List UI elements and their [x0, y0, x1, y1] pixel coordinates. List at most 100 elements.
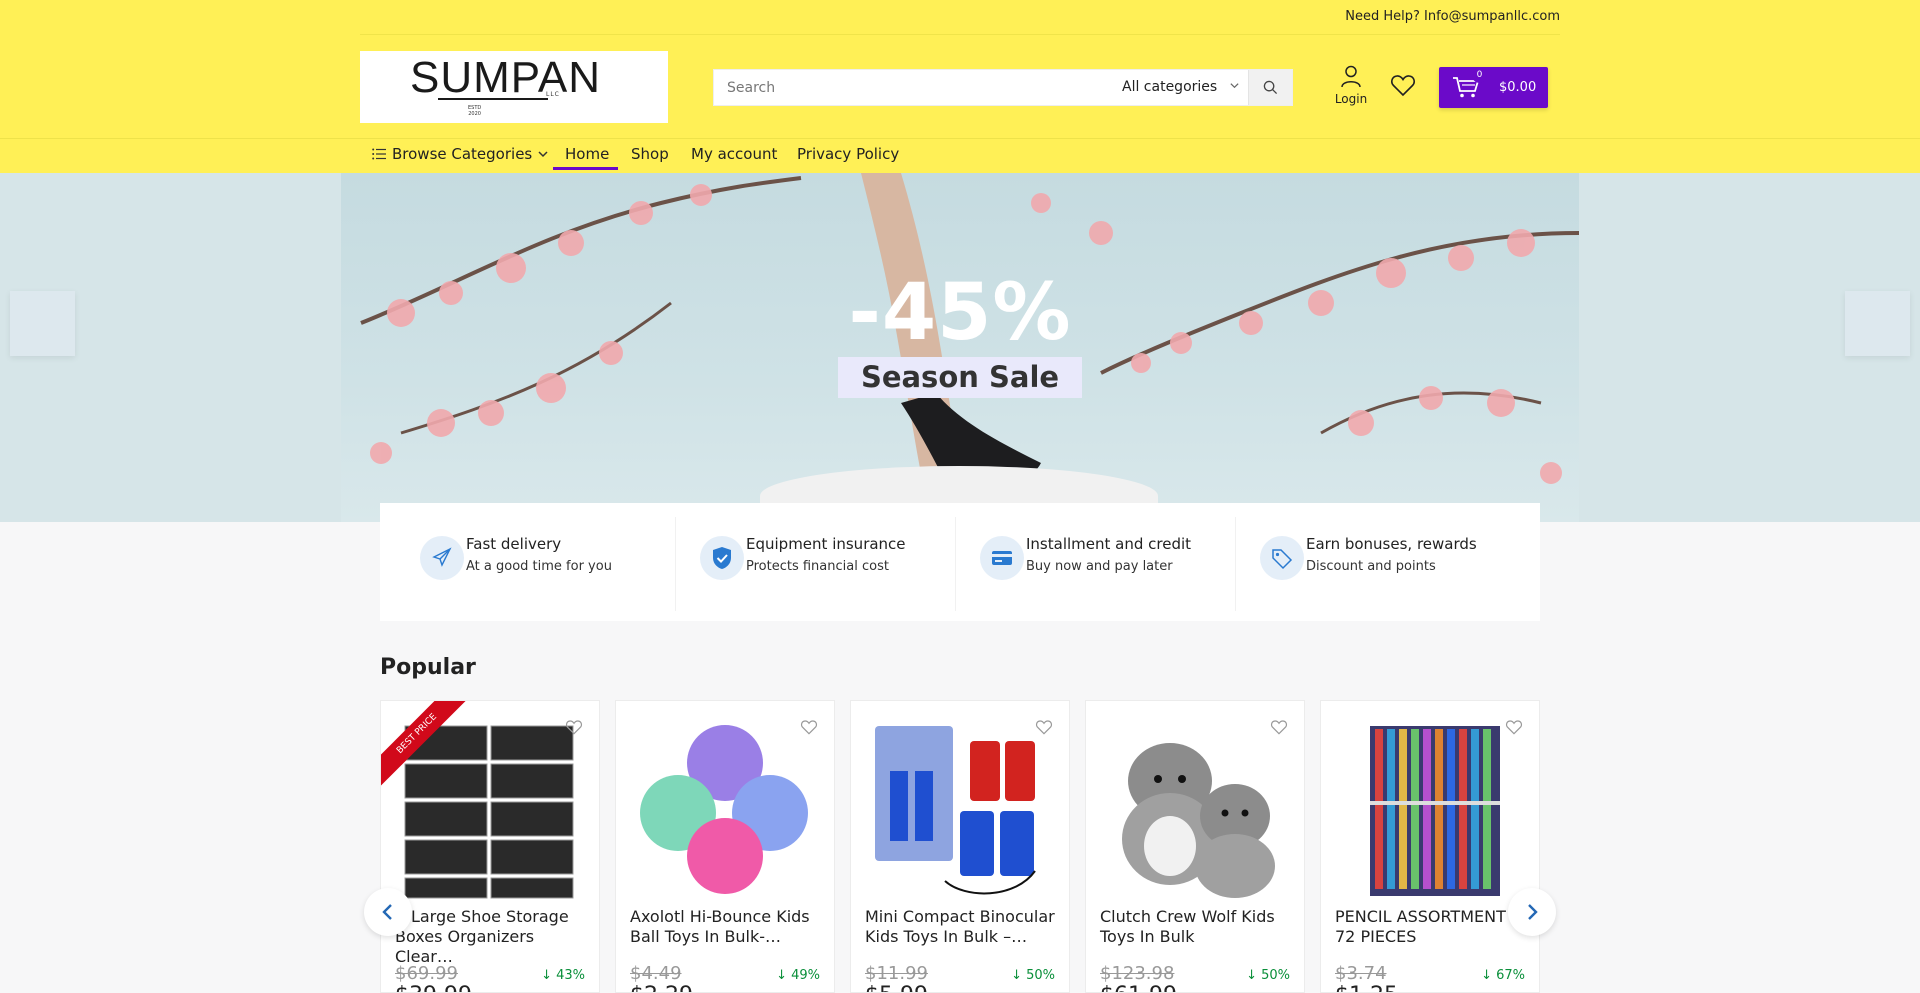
credit-card-icon — [980, 536, 1024, 580]
hero-banner[interactable]: -45% Season Sale — [0, 173, 1920, 522]
main-navigation: Browse Categories Home Shop My account P… — [0, 138, 1920, 173]
wishlist-toggle[interactable] — [800, 719, 818, 739]
heart-icon — [1035, 720, 1053, 735]
product-title[interactable]: Clutch Crew Wolf Kids Toys In Bulk — [1100, 907, 1294, 947]
section-heading-popular: Popular — [380, 655, 476, 680]
search-bar: All categories — [713, 69, 1293, 106]
browse-categories-button[interactable]: Browse Categories — [372, 145, 548, 163]
wishlist-toggle[interactable] — [1505, 719, 1523, 739]
tag-icon — [1260, 536, 1304, 580]
list-icon — [372, 148, 386, 160]
product-discount: ↓ 67% — [1481, 968, 1525, 983]
heart-icon — [1391, 75, 1415, 97]
nav-my-account[interactable]: My account — [691, 145, 777, 163]
nav-home[interactable]: Home — [565, 145, 609, 163]
discount-value: 50% — [1261, 968, 1290, 983]
login-label: Login — [1334, 92, 1368, 106]
shield-check-icon — [700, 536, 744, 580]
discount-value: 50% — [1026, 968, 1055, 983]
feature-subtitle: Discount and points — [1306, 559, 1436, 574]
need-help-text[interactable]: Need Help? Info@sumpanllc.com — [1345, 9, 1560, 24]
search-button[interactable] — [1248, 70, 1292, 105]
feature-subtitle: Protects financial cost — [746, 559, 889, 574]
products-next-button[interactable] — [1508, 888, 1556, 936]
product-price: $61.99 — [1100, 983, 1177, 992]
search-input[interactable] — [714, 70, 1104, 105]
product-card[interactable]: Axolotl Hi-Bounce Kids Ball Toys In Bulk… — [615, 700, 835, 993]
cart-button[interactable]: 0 $0.00 — [1439, 67, 1548, 108]
product-card[interactable]: Clutch Crew Wolf Kids Toys In Bulk $123.… — [1085, 700, 1305, 993]
logo-underline — [438, 98, 548, 100]
discount-value: 67% — [1496, 968, 1525, 983]
heart-icon — [1270, 720, 1288, 735]
discount-value: 43% — [556, 968, 585, 983]
product-old-price: $123.98 — [1100, 963, 1175, 984]
category-select[interactable]: All categories — [1122, 79, 1217, 95]
wishlist-toggle[interactable] — [1035, 719, 1053, 739]
search-icon — [1263, 80, 1278, 95]
products-prev-button[interactable] — [364, 888, 412, 936]
product-old-price: $69.99 — [395, 963, 458, 984]
feature-title: Equipment insurance — [746, 535, 906, 553]
feature-equipment-insurance: Equipment insurance Protects financial c… — [680, 517, 956, 611]
wishlist-toggle[interactable] — [565, 719, 583, 739]
logo-estd-text: ESTD 2020 — [468, 105, 482, 117]
discount-value: 49% — [791, 968, 820, 983]
nav-active-indicator — [553, 167, 618, 170]
feature-title: Fast delivery — [466, 535, 562, 553]
logo-estd: ESTD 2020 — [468, 105, 481, 117]
product-title[interactable]: Axolotl Hi-Bounce Kids Ball Toys In Bulk… — [630, 907, 824, 947]
product-title[interactable]: X-Large Shoe Storage Boxes Organizers Cl… — [395, 907, 589, 967]
logo-llc: LLC — [546, 91, 560, 98]
product-price: $1.25 — [1335, 983, 1398, 992]
wishlist-toggle[interactable] — [1270, 719, 1288, 739]
wishlist-button[interactable] — [1390, 73, 1416, 101]
header-divider — [360, 34, 1560, 35]
product-image[interactable] — [865, 721, 1055, 899]
product-title[interactable]: PENCIL ASSORTMENT 72 PIECES — [1335, 907, 1529, 947]
chevron-down-icon[interactable] — [1229, 80, 1240, 94]
heart-icon — [565, 720, 583, 735]
feature-installment-credit: Installment and credit Buy now and pay l… — [960, 517, 1236, 611]
product-image[interactable] — [1335, 721, 1525, 899]
chevron-left-icon — [382, 904, 392, 920]
product-price: $5.99 — [865, 983, 928, 992]
product-image[interactable] — [630, 721, 820, 899]
hero-next-button[interactable] — [1845, 291, 1910, 356]
chevron-right-icon — [1528, 904, 1538, 920]
feature-title: Earn bonuses, rewards — [1306, 535, 1477, 553]
nav-privacy-policy[interactable]: Privacy Policy — [797, 145, 899, 163]
login-button[interactable]: Login — [1333, 64, 1369, 106]
product-card[interactable]: PENCIL ASSORTMENT 72 PIECES $3.74 ↓ 67% … — [1320, 700, 1540, 993]
heart-icon — [1505, 720, 1523, 735]
product-discount: ↓ 43% — [541, 968, 585, 983]
product-price: $2.29 — [630, 983, 693, 992]
product-image[interactable] — [1100, 721, 1290, 899]
product-old-price: $11.99 — [865, 963, 928, 984]
product-discount: ↓ 50% — [1011, 968, 1055, 983]
site-logo[interactable]: SUMPAN LLC ESTD 2020 — [360, 51, 668, 123]
product-title[interactable]: Mini Compact Binocular Kids Toys In Bulk… — [865, 907, 1059, 947]
nav-shop[interactable]: Shop — [631, 145, 669, 163]
product-discount: ↓ 50% — [1246, 968, 1290, 983]
product-card[interactable]: Mini Compact Binocular Kids Toys In Bulk… — [850, 700, 1070, 993]
feature-bonuses-rewards: Earn bonuses, rewards Discount and point… — [1240, 517, 1516, 611]
product-card[interactable]: BEST PRICE X-Large Shoe Storage Boxes Or… — [380, 700, 600, 993]
user-icon — [1341, 65, 1361, 88]
feature-subtitle: At a good time for you — [466, 559, 612, 574]
product-discount: ↓ 49% — [776, 968, 820, 983]
browse-categories-label: Browse Categories — [392, 145, 533, 163]
hero-prev-button[interactable] — [10, 291, 75, 356]
heart-icon — [800, 720, 818, 735]
hero-headline: Season Sale — [838, 357, 1082, 398]
cart-total: $0.00 — [1499, 80, 1537, 95]
hero-discount: -45% — [848, 268, 1072, 358]
feature-title: Installment and credit — [1026, 535, 1192, 553]
logo-wordmark: SUMPAN — [410, 53, 601, 102]
paper-plane-icon — [420, 536, 464, 580]
feature-fast-delivery: Fast delivery At a good time for you — [400, 517, 676, 611]
product-old-price: $4.49 — [630, 963, 682, 984]
product-old-price: $3.74 — [1335, 963, 1387, 984]
chevron-down-icon — [538, 151, 548, 158]
product-image[interactable] — [395, 721, 585, 899]
